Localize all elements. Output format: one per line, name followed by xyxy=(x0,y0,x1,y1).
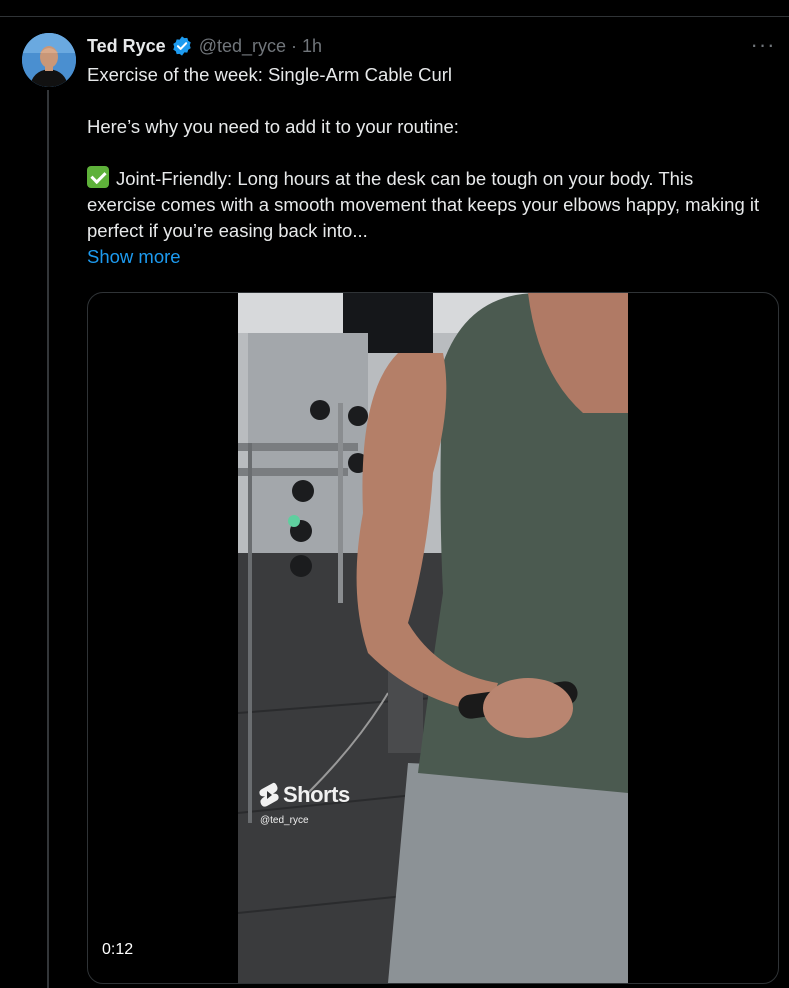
avatar[interactable] xyxy=(22,33,76,87)
shorts-icon xyxy=(259,782,279,807)
avatar-image xyxy=(22,33,76,87)
tweet-text-line: Joint-Friendly: Long hours at the desk c… xyxy=(87,166,767,244)
show-more-link[interactable]: Show more xyxy=(87,244,181,270)
tweet-header: Ted Ryce @ted_ryce · 1h xyxy=(87,34,322,58)
tweet-text: Exercise of the week: Single-Arm Cable C… xyxy=(87,62,767,270)
shorts-label: Shorts xyxy=(283,782,350,807)
timestamp[interactable]: 1h xyxy=(302,36,322,57)
tweet-text-line: Exercise of the week: Single-Arm Cable C… xyxy=(87,64,453,85)
shorts-handle: @ted_ryce xyxy=(260,815,309,826)
more-icon[interactable]: ··· xyxy=(751,32,775,57)
shorts-watermark: Shorts xyxy=(258,781,350,809)
separator-dot: · xyxy=(291,35,298,56)
thread-line xyxy=(47,90,49,988)
check-mark-icon xyxy=(87,166,109,188)
video-player[interactable]: Shorts @ted_ryce 0:12 xyxy=(87,292,779,984)
author-handle[interactable]: @ted_ryce xyxy=(199,36,286,57)
tweet-text-line: Here’s why you need to add it to your ro… xyxy=(87,116,459,137)
top-divider xyxy=(0,16,789,17)
verified-badge-icon[interactable] xyxy=(171,35,193,57)
tweet-text-body: Joint-Friendly: Long hours at the desk c… xyxy=(87,168,760,241)
author-name[interactable]: Ted Ryce xyxy=(87,36,166,57)
video-duration: 0:12 xyxy=(102,941,134,958)
video-thumbnail xyxy=(238,293,628,983)
